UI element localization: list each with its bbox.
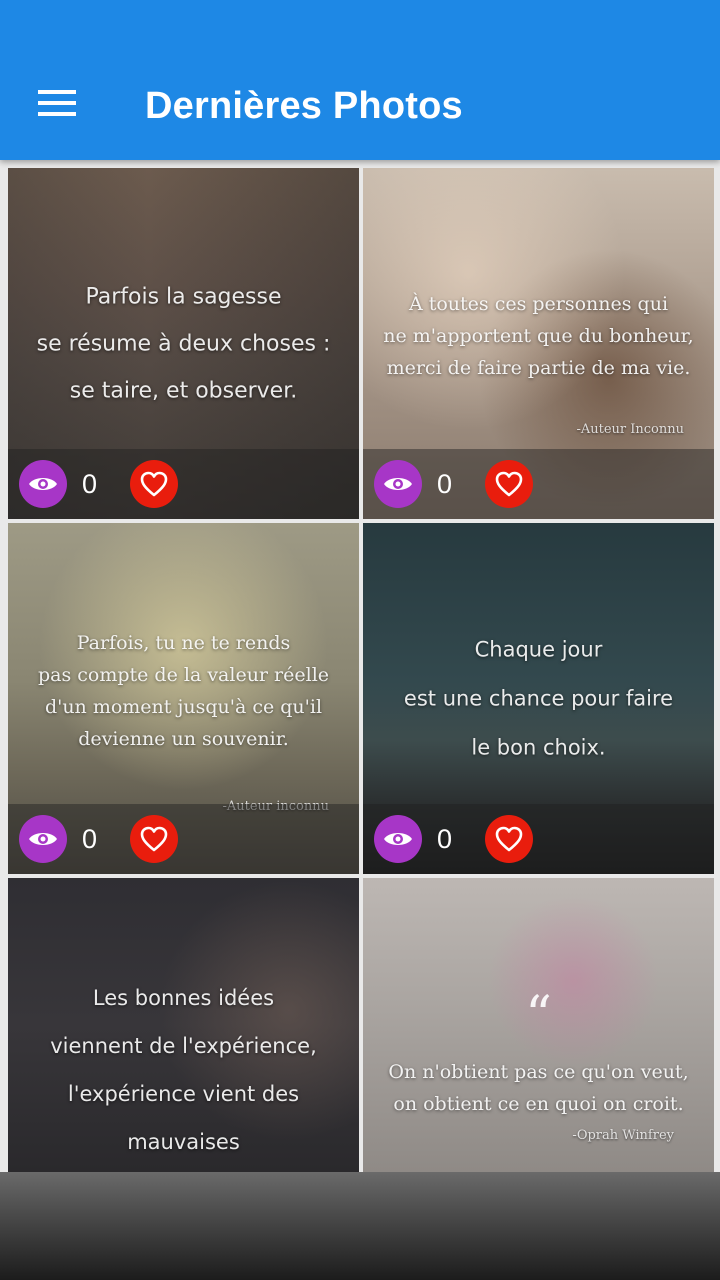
photo-grid: Parfois la sagesse se résume à deux chos… — [0, 160, 720, 1172]
page-title: Dernières Photos — [145, 85, 463, 127]
photo-card[interactable]: Parfois, tu ne te rends pas compte de la… — [8, 523, 359, 874]
photo-quote: Parfois la sagesse se résume à deux chos… — [36, 284, 331, 403]
photo-card[interactable]: Chaque jour est une chance pour faire le… — [363, 523, 714, 874]
photo-stats-bar: 0 — [363, 449, 714, 519]
eye-icon — [384, 833, 412, 845]
views-count: 0 — [437, 824, 453, 854]
views-button[interactable] — [374, 460, 422, 508]
photo-stats-bar: 0 — [363, 804, 714, 874]
heart-icon — [495, 471, 523, 497]
eye-icon — [29, 833, 57, 845]
bottom-overlay — [0, 1172, 720, 1280]
like-button[interactable] — [485, 460, 533, 508]
photo-quote: Parfois, tu ne te rends pas compte de la… — [37, 632, 330, 751]
quote-mark-icon: “ — [525, 986, 552, 1046]
heart-icon — [495, 826, 523, 852]
app-bar: Dernières Photos — [0, 0, 720, 160]
views-count: 0 — [437, 469, 453, 499]
eye-icon — [384, 478, 412, 490]
views-button[interactable] — [19, 460, 67, 508]
like-button[interactable] — [130, 815, 178, 863]
eye-icon — [29, 478, 57, 490]
photo-quote: Chaque jour est une chance pour faire le… — [403, 637, 674, 759]
views-count: 0 — [82, 469, 98, 499]
photo-quote: Les bonnes idées viennent de l'expérienc… — [50, 986, 317, 1154]
photo-stats-bar: 0 — [8, 449, 359, 519]
like-button[interactable] — [485, 815, 533, 863]
photo-quote: On n'obtient pas ce qu'on veut, on obtie… — [388, 1061, 689, 1115]
menu-button[interactable] — [24, 78, 88, 134]
views-button[interactable] — [374, 815, 422, 863]
views-count: 0 — [82, 824, 98, 854]
photo-author: -Oprah Winfrey — [572, 1128, 674, 1143]
views-button[interactable] — [19, 815, 67, 863]
photo-card[interactable]: Les bonnes idées viennent de l'expérienc… — [8, 878, 359, 1172]
heart-icon — [140, 826, 168, 852]
photo-quote: À toutes ces personnes qui ne m'apporten… — [383, 293, 694, 380]
hamburger-menu-icon — [38, 90, 76, 116]
photo-stats-bar: 0 — [8, 804, 359, 874]
like-button[interactable] — [130, 460, 178, 508]
photo-card[interactable]: “ On n'obtient pas ce qu'on veut, on obt… — [363, 878, 714, 1172]
photo-card[interactable]: Parfois la sagesse se résume à deux chos… — [8, 168, 359, 519]
photo-card[interactable]: À toutes ces personnes qui ne m'apporten… — [363, 168, 714, 519]
photo-author: -Auteur Inconnu — [576, 422, 684, 437]
heart-icon — [140, 471, 168, 497]
